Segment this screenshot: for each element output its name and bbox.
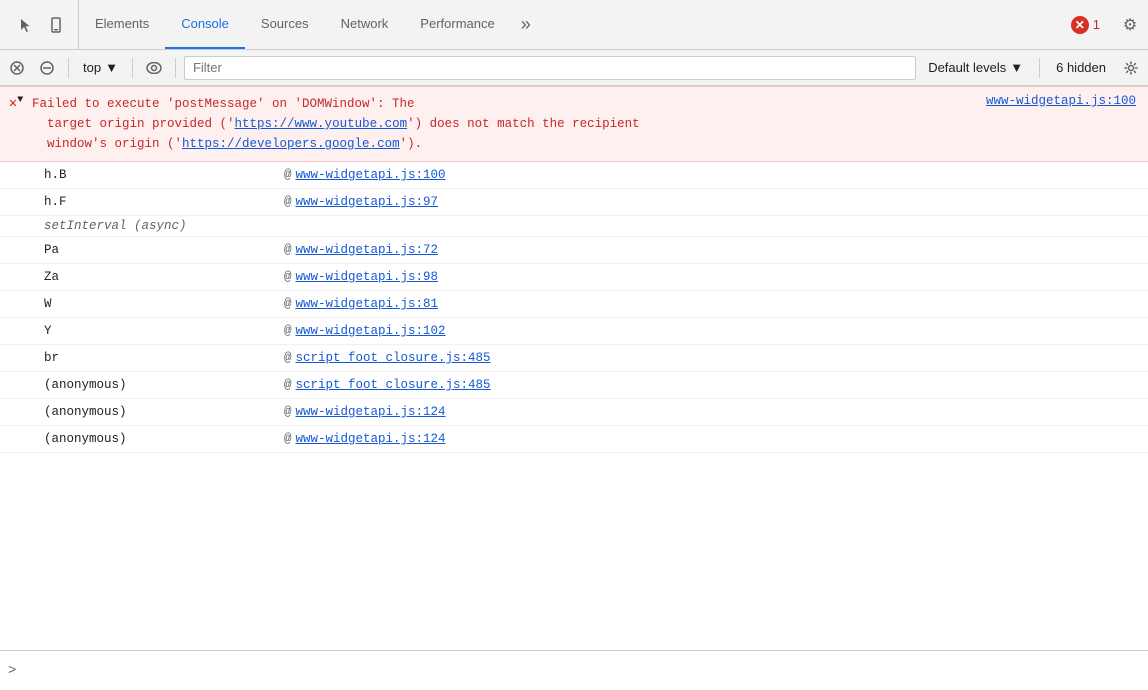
hidden-count: 6 hidden xyxy=(1048,60,1114,75)
stack-link[interactable]: www-widgetapi.js:81 xyxy=(296,294,439,314)
stack-link[interactable]: www-widgetapi.js:100 xyxy=(296,165,446,185)
levels-label: Default levels xyxy=(928,60,1006,75)
stack-row-anon3: (anonymous) @ www-widgetapi.js:124 xyxy=(0,426,1148,453)
stack-fn: (anonymous) xyxy=(44,375,284,395)
error-text-1: Failed to execute 'postMessage' on 'DOMW… xyxy=(32,97,415,111)
console-prompt: > xyxy=(8,663,16,679)
error-icon: ✕ xyxy=(9,95,17,112)
stack-async-row: setInterval (async) xyxy=(0,216,1148,237)
stack-fn: Za xyxy=(44,267,284,287)
filter-input[interactable] xyxy=(184,56,916,80)
cursor-icon[interactable] xyxy=(12,11,40,39)
stack-fn: (anonymous) xyxy=(44,402,284,422)
tab-network[interactable]: Network xyxy=(325,0,405,49)
error-message-row: ✕ ▼ Failed to execute 'postMessage' on '… xyxy=(0,86,1148,162)
stack-link[interactable]: www-widgetapi.js:124 xyxy=(296,402,446,422)
clear-console-button[interactable] xyxy=(4,55,30,81)
stack-row-anon1: (anonymous) @ script_foot_closure.js:485 xyxy=(0,372,1148,399)
toolbar-divider xyxy=(68,58,69,78)
stack-at: @ xyxy=(284,321,292,341)
toolbar-divider-2 xyxy=(132,58,133,78)
error-link-google[interactable]: https://developers.google.com xyxy=(182,137,400,151)
settings-button[interactable]: ⚙ xyxy=(1116,11,1144,39)
levels-dropdown-icon: ▼ xyxy=(1010,60,1023,75)
stack-row-w: W @ www-widgetapi.js:81 xyxy=(0,291,1148,318)
error-icon-col: ✕ ▼ xyxy=(0,91,28,157)
console-input-row: > xyxy=(0,650,1148,690)
tab-console[interactable]: Console xyxy=(165,0,245,49)
stack-link[interactable]: www-widgetapi.js:72 xyxy=(296,240,439,260)
stack-fn: W xyxy=(44,294,284,314)
stack-fn: h.F xyxy=(44,192,284,212)
mobile-icon[interactable] xyxy=(42,11,70,39)
stack-fn: (anonymous) xyxy=(44,429,284,449)
block-icon[interactable] xyxy=(34,55,60,81)
stack-fn: Pa xyxy=(44,240,284,260)
eye-button[interactable] xyxy=(141,55,167,81)
toolbar-icons xyxy=(4,0,79,49)
stack-fn: br xyxy=(44,348,284,368)
stack-link[interactable]: www-widgetapi.js:98 xyxy=(296,267,439,287)
stack-link[interactable]: www-widgetapi.js:124 xyxy=(296,429,446,449)
error-text-5: '). xyxy=(400,137,423,151)
stack-fn: h.B xyxy=(44,165,284,185)
stack-at: @ xyxy=(284,240,292,260)
console-toolbar: top ▼ Default levels ▼ 6 hidden xyxy=(0,50,1148,86)
context-dropdown-icon: ▼ xyxy=(105,60,118,75)
tab-elements[interactable]: Elements xyxy=(79,0,165,49)
tab-performance[interactable]: Performance xyxy=(404,0,510,49)
context-selector[interactable]: top ▼ xyxy=(77,58,124,77)
context-label: top xyxy=(83,60,101,75)
error-body: Failed to execute 'postMessage' on 'DOMW… xyxy=(28,91,986,157)
stack-row-hF: h.F @ www-widgetapi.js:97 xyxy=(0,189,1148,216)
stack-at: @ xyxy=(284,267,292,287)
error-text-4: window's origin (' xyxy=(32,137,182,151)
stack-link[interactable]: www-widgetapi.js:97 xyxy=(296,192,439,212)
console-input[interactable] xyxy=(24,663,1140,678)
error-icon: ✕ xyxy=(1071,16,1089,34)
stack-link[interactable]: www-widgetapi.js:102 xyxy=(296,321,446,341)
tab-sources[interactable]: Sources xyxy=(245,0,325,49)
error-text-3: ') does not match the recipient xyxy=(407,117,640,131)
stack-at: @ xyxy=(284,348,292,368)
stack-row-hB: h.B @ www-widgetapi.js:100 xyxy=(0,162,1148,189)
stack-at: @ xyxy=(284,165,292,185)
error-text-2: target origin provided (' xyxy=(32,117,235,131)
stack-at: @ xyxy=(284,294,292,314)
stack-at: @ xyxy=(284,192,292,212)
stack-row-anon2: (anonymous) @ www-widgetapi.js:124 xyxy=(0,399,1148,426)
stack-fn: Y xyxy=(44,321,284,341)
error-count: 1 xyxy=(1093,17,1100,32)
toolbar-divider-4 xyxy=(1039,58,1040,78)
error-toggle[interactable]: ▼ xyxy=(17,95,23,106)
levels-button[interactable]: Default levels ▼ xyxy=(920,58,1031,77)
stack-link[interactable]: script_foot_closure.js:485 xyxy=(296,375,491,395)
console-content: ✕ ▼ Failed to execute 'postMessage' on '… xyxy=(0,86,1148,650)
stack-row-y: Y @ www-widgetapi.js:102 xyxy=(0,318,1148,345)
devtools-toolbar: Elements Console Sources Network Perform… xyxy=(0,0,1148,50)
error-source-link[interactable]: www-widgetapi.js:100 xyxy=(986,91,1148,108)
more-tabs-button[interactable]: » xyxy=(511,0,541,49)
stack-row-br: br @ script_foot_closure.js:485 xyxy=(0,345,1148,372)
nav-tabs: Elements Console Sources Network Perform… xyxy=(79,0,1059,49)
stack-at: @ xyxy=(284,429,292,449)
gear-icon[interactable] xyxy=(1118,55,1144,81)
error-badge[interactable]: ✕ 1 xyxy=(1059,16,1112,34)
stack-row-pa: Pa @ www-widgetapi.js:72 xyxy=(0,237,1148,264)
stack-row-za: Za @ www-widgetapi.js:98 xyxy=(0,264,1148,291)
error-link-youtube[interactable]: https://www.youtube.com xyxy=(235,117,408,131)
toolbar-divider-3 xyxy=(175,58,176,78)
stack-link[interactable]: script_foot_closure.js:485 xyxy=(296,348,491,368)
stack-at: @ xyxy=(284,402,292,422)
stack-at: @ xyxy=(284,375,292,395)
